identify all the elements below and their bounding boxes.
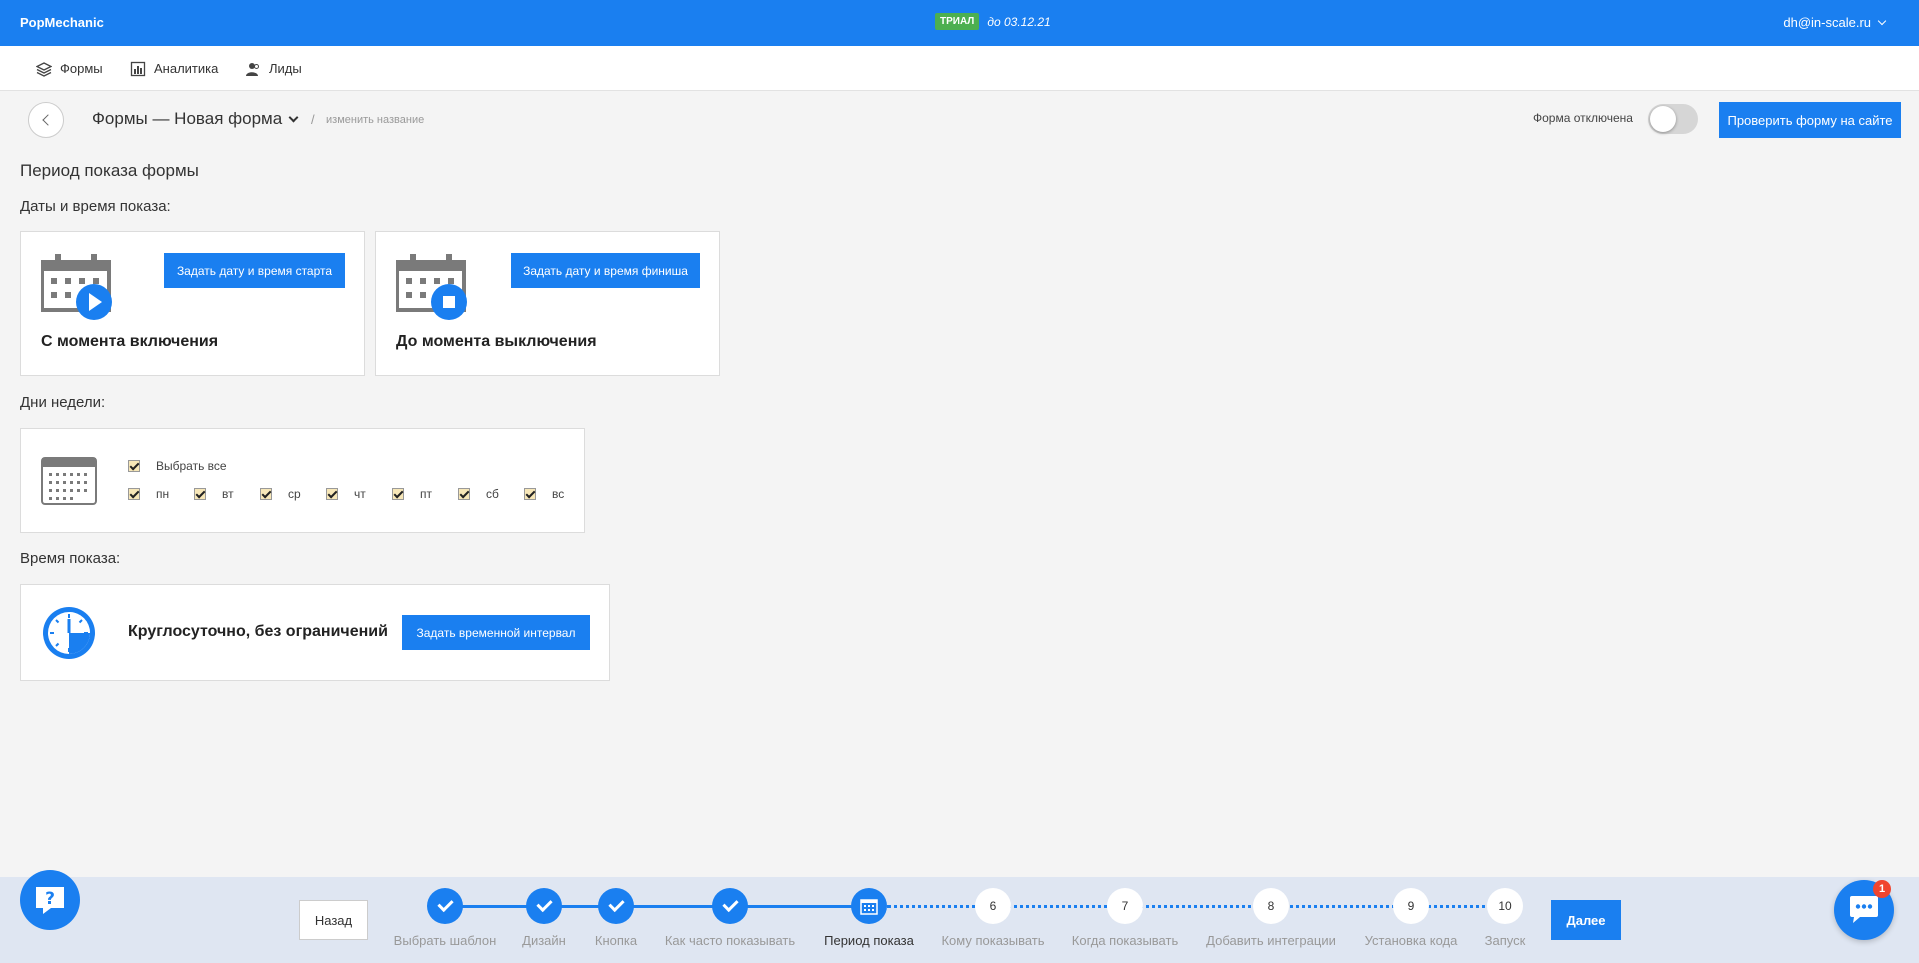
- step-9[interactable]: 9: [1393, 888, 1429, 924]
- user-menu[interactable]: dh@in-scale.ru: [1783, 15, 1887, 30]
- nav-item-label: Лиды: [269, 61, 302, 76]
- step-5-current[interactable]: [851, 888, 887, 924]
- end-card-caption: До момента выключения: [396, 333, 597, 350]
- day-label: ср: [288, 487, 301, 501]
- step-label[interactable]: Запуск: [1485, 933, 1526, 948]
- step-label[interactable]: Кнопка: [595, 933, 637, 948]
- select-all-label: Выбрать все: [156, 459, 227, 473]
- step-label[interactable]: Установка кода: [1365, 933, 1458, 948]
- step-label[interactable]: Когда показывать: [1072, 933, 1178, 948]
- back-button[interactable]: [28, 102, 64, 138]
- rename-link[interactable]: изменить название: [326, 114, 424, 126]
- step-label[interactable]: Дизайн: [522, 933, 566, 948]
- day-checkbox-fri[interactable]: [392, 488, 404, 500]
- nav-item-forms[interactable]: Формы: [36, 46, 103, 91]
- calendar-icon: [41, 457, 97, 505]
- day-label: сб: [486, 487, 499, 501]
- clock-icon: [43, 607, 95, 659]
- check-form-on-site-button[interactable]: Проверить форму на сайте: [1719, 102, 1901, 138]
- step-1-done[interactable]: [427, 888, 463, 924]
- time-card-caption: Круглосуточно, без ограничений: [128, 623, 388, 640]
- help-icon: ?: [36, 887, 64, 914]
- nav-item-label: Аналитика: [154, 61, 219, 76]
- page-title: Формы — Новая форма: [92, 109, 283, 128]
- form-status-label: Форма отключена: [1533, 111, 1633, 125]
- weekdays-label: Дни недели:: [20, 394, 106, 411]
- step-6[interactable]: 6: [975, 888, 1011, 924]
- chat-icon: [1850, 896, 1878, 923]
- time-card: Круглосуточно, без ограничений Задать вр…: [20, 584, 610, 681]
- step-label[interactable]: Как часто показывать: [665, 933, 795, 948]
- step-3-done[interactable]: [598, 888, 634, 924]
- step-7[interactable]: 7: [1107, 888, 1143, 924]
- step-2-done[interactable]: [526, 888, 562, 924]
- day-checkbox-thu[interactable]: [326, 488, 338, 500]
- form-enabled-toggle[interactable]: [1648, 104, 1698, 134]
- page-title-dropdown[interactable]: Формы — Новая форма: [92, 109, 299, 129]
- step-8[interactable]: 8: [1253, 888, 1289, 924]
- end-date-card: Задать дату и время финиша До момента вы…: [375, 231, 720, 376]
- progress-line-completed: [445, 905, 869, 908]
- day-label: вт: [222, 487, 234, 501]
- toggle-knob: [1650, 106, 1676, 132]
- weekdays-card: Выбрать все пн вт ср чт пт сб вс: [20, 428, 585, 533]
- brand-logo[interactable]: PopMechanic: [20, 15, 104, 30]
- trial-date: до 03.12.21: [987, 14, 1051, 29]
- step-10[interactable]: 10: [1487, 888, 1523, 924]
- calendar-icon: [860, 899, 878, 915]
- day-label: пт: [420, 487, 432, 501]
- dates-label: Даты и время показа:: [20, 198, 171, 215]
- svg-text:?: ?: [45, 889, 55, 909]
- chevron-left-icon: [41, 114, 54, 126]
- start-date-card: Задать дату и время старта С момента вкл…: [20, 231, 365, 376]
- step-label[interactable]: Добавить интеграции: [1206, 933, 1336, 948]
- time-label: Время показа:: [20, 550, 121, 567]
- top-bar: PopMechanic ТРИАЛ до 03.12.21 dh@in-scal…: [0, 0, 1919, 46]
- day-checkbox-wed[interactable]: [260, 488, 272, 500]
- select-all-checkbox[interactable]: [128, 460, 140, 472]
- nav-item-analytics[interactable]: Аналитика: [130, 46, 218, 91]
- set-start-date-button[interactable]: Задать дату и время старта: [164, 253, 345, 288]
- day-checkbox-sat[interactable]: [458, 488, 470, 500]
- layers-icon: [36, 61, 52, 77]
- calendar-stop-icon: [396, 254, 467, 320]
- wizard-back-button[interactable]: Назад: [299, 900, 368, 940]
- set-end-date-button[interactable]: Задать дату и время финиша: [511, 253, 700, 288]
- users-icon: [246, 62, 259, 76]
- day-label: пн: [156, 487, 170, 501]
- day-checkbox-mon[interactable]: [128, 488, 140, 500]
- step-label-current[interactable]: Период показа: [824, 933, 914, 948]
- section-title: Период показа формы: [20, 161, 199, 180]
- chat-notification-badge: 1: [1873, 880, 1891, 898]
- chart-icon: [130, 61, 146, 76]
- nav-item-label: Формы: [60, 61, 103, 76]
- user-email: dh@in-scale.ru: [1783, 15, 1871, 30]
- day-checkbox-tue[interactable]: [194, 488, 206, 500]
- day-label: чт: [354, 487, 366, 501]
- day-label: вс: [552, 487, 565, 501]
- main-nav: Формы Аналитика Лиды: [0, 46, 1919, 91]
- step-label[interactable]: Выбрать шаблон: [394, 933, 497, 948]
- wizard-next-button[interactable]: Далее: [1551, 900, 1621, 940]
- help-button[interactable]: ?: [20, 870, 80, 930]
- step-4-done[interactable]: [712, 888, 748, 924]
- day-checkbox-sun[interactable]: [524, 488, 536, 500]
- chevron-down-icon: [288, 112, 299, 122]
- step-label[interactable]: Кому показывать: [941, 933, 1044, 948]
- wizard-footer: [0, 877, 1919, 963]
- chevron-down-icon: [1877, 16, 1887, 25]
- trial-info: ТРИАЛ до 03.12.21: [935, 13, 1051, 30]
- trial-badge: ТРИАЛ: [935, 13, 980, 30]
- breadcrumb-separator: /: [311, 112, 315, 127]
- start-card-caption: С момента включения: [41, 333, 219, 350]
- calendar-play-icon: [41, 254, 112, 320]
- set-time-interval-button[interactable]: Задать временной интервал: [402, 615, 590, 650]
- nav-item-leads[interactable]: Лиды: [245, 46, 302, 91]
